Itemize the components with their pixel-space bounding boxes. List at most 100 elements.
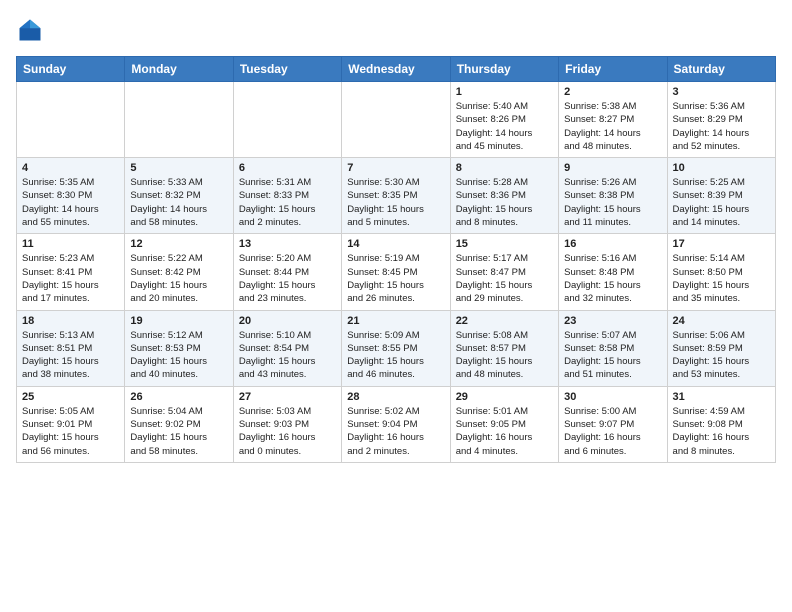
day-number: 15 xyxy=(456,238,553,250)
day-detail: Sunrise: 5:33 AM Sunset: 8:32 PM Dayligh… xyxy=(130,176,227,229)
day-number: 21 xyxy=(347,315,444,327)
day-detail: Sunrise: 5:17 AM Sunset: 8:47 PM Dayligh… xyxy=(456,252,553,305)
calendar-cell: 21Sunrise: 5:09 AM Sunset: 8:55 PM Dayli… xyxy=(342,310,450,386)
calendar-cell: 4 Sunrise: 5:35 AM Sunset: 8:30 PM Daylig… xyxy=(17,158,125,234)
day-number: 24 xyxy=(673,315,770,327)
calendar-cell: 29 Sunrise: 5:01 AM Sunset: 9:05 PM Dayli… xyxy=(450,386,558,462)
day-number: 14 xyxy=(347,238,444,250)
day-detail: Sunrise: 5:25 AM Sunset: 8:39 PM Dayligh… xyxy=(673,176,770,229)
day-detail: Sunrise: 5:00 AM Sunset: 9:07 PM Dayligh… xyxy=(564,405,661,458)
day-detail: Sunrise: 5:01 AM Sunset: 9:05 PM Dayligh… xyxy=(456,405,553,458)
calendar-cell: 1 Sunrise: 5:40 AM Sunset: 8:26 PM Daylig… xyxy=(450,82,558,158)
day-detail: Sunrise: 5:16 AM Sunset: 8:48 PM Dayligh… xyxy=(564,252,661,305)
calendar-table: SundayMondayTuesdayWednesdayThursdayFrid… xyxy=(16,56,776,463)
day-number: 11 xyxy=(22,238,119,250)
day-detail: Sunrise: 5:06 AM Sunset: 8:59 PM Dayligh… xyxy=(673,329,770,382)
day-number: 5 xyxy=(130,162,227,174)
weekday-header-saturday: Saturday xyxy=(667,57,775,82)
calendar-cell xyxy=(17,82,125,158)
day-detail: Sunrise: 5:02 AM Sunset: 9:04 PM Dayligh… xyxy=(347,405,444,458)
calendar-cell: 15 Sunrise: 5:17 AM Sunset: 8:47 PM Dayli… xyxy=(450,234,558,310)
day-detail: Sunrise: 5:13 AM Sunset: 8:51 PM Dayligh… xyxy=(22,329,119,382)
day-number: 3 xyxy=(673,86,770,98)
logo xyxy=(16,16,48,44)
day-number: 31 xyxy=(673,391,770,403)
logo-icon xyxy=(16,16,44,44)
weekday-header-row: SundayMondayTuesdayWednesdayThursdayFrid… xyxy=(17,57,776,82)
day-number: 4 xyxy=(22,162,119,174)
calendar-cell: 20 Sunrise: 5:10 AM Sunset: 8:54 PM Dayli… xyxy=(233,310,341,386)
day-detail: Sunrise: 5:03 AM Sunset: 9:03 PM Dayligh… xyxy=(239,405,336,458)
day-number: 7 xyxy=(347,162,444,174)
calendar-week-row: 1 Sunrise: 5:40 AM Sunset: 8:26 PM Daylig… xyxy=(17,82,776,158)
calendar-cell: 16 Sunrise: 5:16 AM Sunset: 8:48 PM Dayli… xyxy=(559,234,667,310)
weekday-header-monday: Monday xyxy=(125,57,233,82)
day-detail: Sunrise: 5:36 AM Sunset: 8:29 PM Dayligh… xyxy=(673,100,770,153)
calendar-cell: 9 Sunrise: 5:26 AM Sunset: 8:38 PM Daylig… xyxy=(559,158,667,234)
calendar-cell: 8 Sunrise: 5:28 AM Sunset: 8:36 PM Daylig… xyxy=(450,158,558,234)
day-number: 29 xyxy=(456,391,553,403)
day-number: 12 xyxy=(130,238,227,250)
calendar-cell: 26 Sunrise: 5:04 AM Sunset: 9:02 PM Dayli… xyxy=(125,386,233,462)
calendar-cell: 6 Sunrise: 5:31 AM Sunset: 8:33 PM Daylig… xyxy=(233,158,341,234)
day-detail: Sunrise: 4:59 AM Sunset: 9:08 PM Dayligh… xyxy=(673,405,770,458)
day-detail: Sunrise: 5:22 AM Sunset: 8:42 PM Dayligh… xyxy=(130,252,227,305)
day-number: 19 xyxy=(130,315,227,327)
calendar-cell: 28Sunrise: 5:02 AM Sunset: 9:04 PM Dayli… xyxy=(342,386,450,462)
calendar-cell: 22 Sunrise: 5:08 AM Sunset: 8:57 PM Dayli… xyxy=(450,310,558,386)
day-number: 17 xyxy=(673,238,770,250)
day-number: 8 xyxy=(456,162,553,174)
day-detail: Sunrise: 5:35 AM Sunset: 8:30 PM Dayligh… xyxy=(22,176,119,229)
page-header xyxy=(16,16,776,44)
day-detail: Sunrise: 5:26 AM Sunset: 8:38 PM Dayligh… xyxy=(564,176,661,229)
day-detail: Sunrise: 5:38 AM Sunset: 8:27 PM Dayligh… xyxy=(564,100,661,153)
day-number: 20 xyxy=(239,315,336,327)
day-number: 22 xyxy=(456,315,553,327)
day-detail: Sunrise: 5:10 AM Sunset: 8:54 PM Dayligh… xyxy=(239,329,336,382)
calendar-cell: 18 Sunrise: 5:13 AM Sunset: 8:51 PM Dayli… xyxy=(17,310,125,386)
weekday-header-thursday: Thursday xyxy=(450,57,558,82)
calendar-cell: 5 Sunrise: 5:33 AM Sunset: 8:32 PM Daylig… xyxy=(125,158,233,234)
day-number: 23 xyxy=(564,315,661,327)
calendar-cell: 31 Sunrise: 4:59 AM Sunset: 9:08 PM Dayli… xyxy=(667,386,775,462)
day-detail: Sunrise: 5:07 AM Sunset: 8:58 PM Dayligh… xyxy=(564,329,661,382)
day-detail: Sunrise: 5:08 AM Sunset: 8:57 PM Dayligh… xyxy=(456,329,553,382)
day-detail: Sunrise: 5:31 AM Sunset: 8:33 PM Dayligh… xyxy=(239,176,336,229)
day-detail: Sunrise: 5:05 AM Sunset: 9:01 PM Dayligh… xyxy=(22,405,119,458)
day-number: 30 xyxy=(564,391,661,403)
day-number: 9 xyxy=(564,162,661,174)
day-number: 26 xyxy=(130,391,227,403)
calendar-cell: 3 Sunrise: 5:36 AM Sunset: 8:29 PM Daylig… xyxy=(667,82,775,158)
calendar-cell: 7 Sunrise: 5:30 AM Sunset: 8:35 PM Daylig… xyxy=(342,158,450,234)
calendar-cell: 19Sunrise: 5:12 AM Sunset: 8:53 PM Dayli… xyxy=(125,310,233,386)
day-detail: Sunrise: 5:20 AM Sunset: 8:44 PM Dayligh… xyxy=(239,252,336,305)
calendar-cell xyxy=(125,82,233,158)
day-detail: Sunrise: 5:28 AM Sunset: 8:36 PM Dayligh… xyxy=(456,176,553,229)
weekday-header-tuesday: Tuesday xyxy=(233,57,341,82)
day-number: 16 xyxy=(564,238,661,250)
calendar-week-row: 4 Sunrise: 5:35 AM Sunset: 8:30 PM Daylig… xyxy=(17,158,776,234)
day-number: 6 xyxy=(239,162,336,174)
day-detail: Sunrise: 5:40 AM Sunset: 8:26 PM Dayligh… xyxy=(456,100,553,153)
weekday-header-sunday: Sunday xyxy=(17,57,125,82)
calendar-cell xyxy=(342,82,450,158)
day-number: 18 xyxy=(22,315,119,327)
calendar-cell: 24 Sunrise: 5:06 AM Sunset: 8:59 PM Dayli… xyxy=(667,310,775,386)
weekday-header-friday: Friday xyxy=(559,57,667,82)
day-detail: Sunrise: 5:14 AM Sunset: 8:50 PM Dayligh… xyxy=(673,252,770,305)
calendar-cell: 25Sunrise: 5:05 AM Sunset: 9:01 PM Dayli… xyxy=(17,386,125,462)
day-detail: Sunrise: 5:23 AM Sunset: 8:41 PM Dayligh… xyxy=(22,252,119,305)
calendar-cell: 30 Sunrise: 5:00 AM Sunset: 9:07 PM Dayli… xyxy=(559,386,667,462)
day-number: 2 xyxy=(564,86,661,98)
day-detail: Sunrise: 5:04 AM Sunset: 9:02 PM Dayligh… xyxy=(130,405,227,458)
calendar-cell: 17 Sunrise: 5:14 AM Sunset: 8:50 PM Dayli… xyxy=(667,234,775,310)
calendar-cell: 2 Sunrise: 5:38 AM Sunset: 8:27 PM Daylig… xyxy=(559,82,667,158)
day-number: 10 xyxy=(673,162,770,174)
day-number: 1 xyxy=(456,86,553,98)
weekday-header-wednesday: Wednesday xyxy=(342,57,450,82)
calendar-cell xyxy=(233,82,341,158)
day-detail: Sunrise: 5:30 AM Sunset: 8:35 PM Dayligh… xyxy=(347,176,444,229)
calendar-cell: 23 Sunrise: 5:07 AM Sunset: 8:58 PM Dayli… xyxy=(559,310,667,386)
calendar-week-row: 25Sunrise: 5:05 AM Sunset: 9:01 PM Dayli… xyxy=(17,386,776,462)
day-number: 27 xyxy=(239,391,336,403)
